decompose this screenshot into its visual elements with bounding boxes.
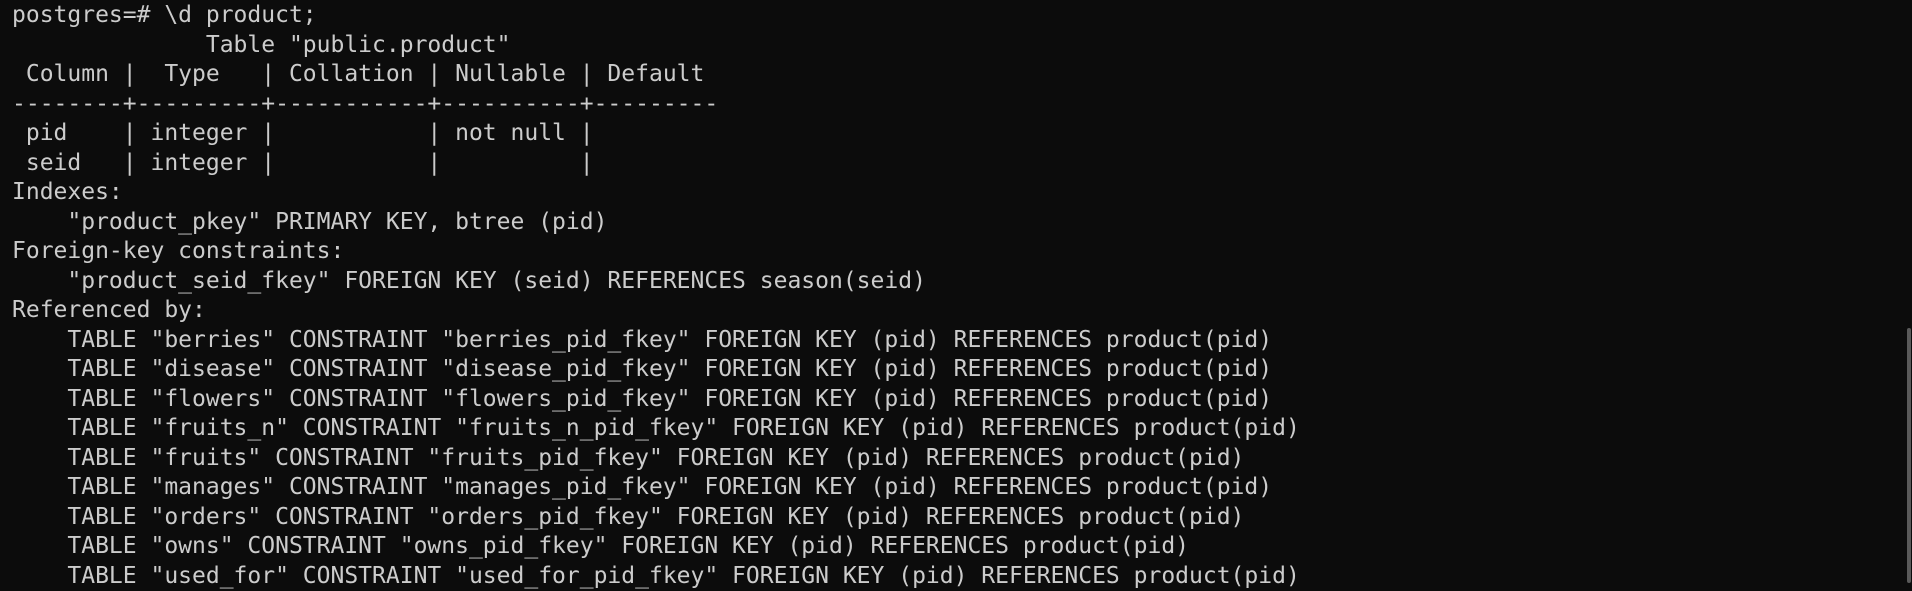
referenced-by-entry: TABLE "berries" CONSTRAINT "berries_pid_…	[12, 326, 1912, 356]
indexes-heading: Indexes:	[12, 178, 1912, 208]
referenced-by-entry: TABLE "owns" CONSTRAINT "owns_pid_fkey" …	[12, 532, 1912, 562]
foreign-key-entry: "product_seid_fkey" FOREIGN KEY (seid) R…	[12, 267, 1912, 297]
table-row: seid | integer | | |	[12, 149, 1912, 179]
table-row: pid | integer | | not null |	[12, 119, 1912, 149]
foreign-key-heading: Foreign-key constraints:	[12, 237, 1912, 267]
table-title: Table "public.product"	[12, 31, 1912, 61]
scrollbar-thumb[interactable]	[1907, 328, 1911, 583]
referenced-by-entry: TABLE "fruits_n" CONSTRAINT "fruits_n_pi…	[12, 414, 1912, 444]
prompt-line: postgres=# \d product;	[12, 1, 1912, 31]
referenced-by-entry: TABLE "used_for" CONSTRAINT "used_for_pi…	[12, 562, 1912, 591]
referenced-by-entry: TABLE "manages" CONSTRAINT "manages_pid_…	[12, 473, 1912, 503]
referenced-by-entry: TABLE "orders" CONSTRAINT "orders_pid_fk…	[12, 503, 1912, 533]
scrollbar[interactable]	[1904, 0, 1912, 589]
referenced-by-entry: TABLE "fruits" CONSTRAINT "fruits_pid_fk…	[12, 444, 1912, 474]
referenced-by-entry: TABLE "disease" CONSTRAINT "disease_pid_…	[12, 355, 1912, 385]
header-separator: --------+---------+-----------+---------…	[12, 90, 1912, 120]
index-entry: "product_pkey" PRIMARY KEY, btree (pid)	[12, 208, 1912, 238]
referenced-by-heading: Referenced by:	[12, 296, 1912, 326]
referenced-by-entry: TABLE "flowers" CONSTRAINT "flowers_pid_…	[12, 385, 1912, 415]
terminal-window[interactable]: postgres=# \d product; Table "public.pro…	[0, 0, 1912, 589]
columns-header: Column | Type | Collation | Nullable | D…	[12, 60, 1912, 90]
